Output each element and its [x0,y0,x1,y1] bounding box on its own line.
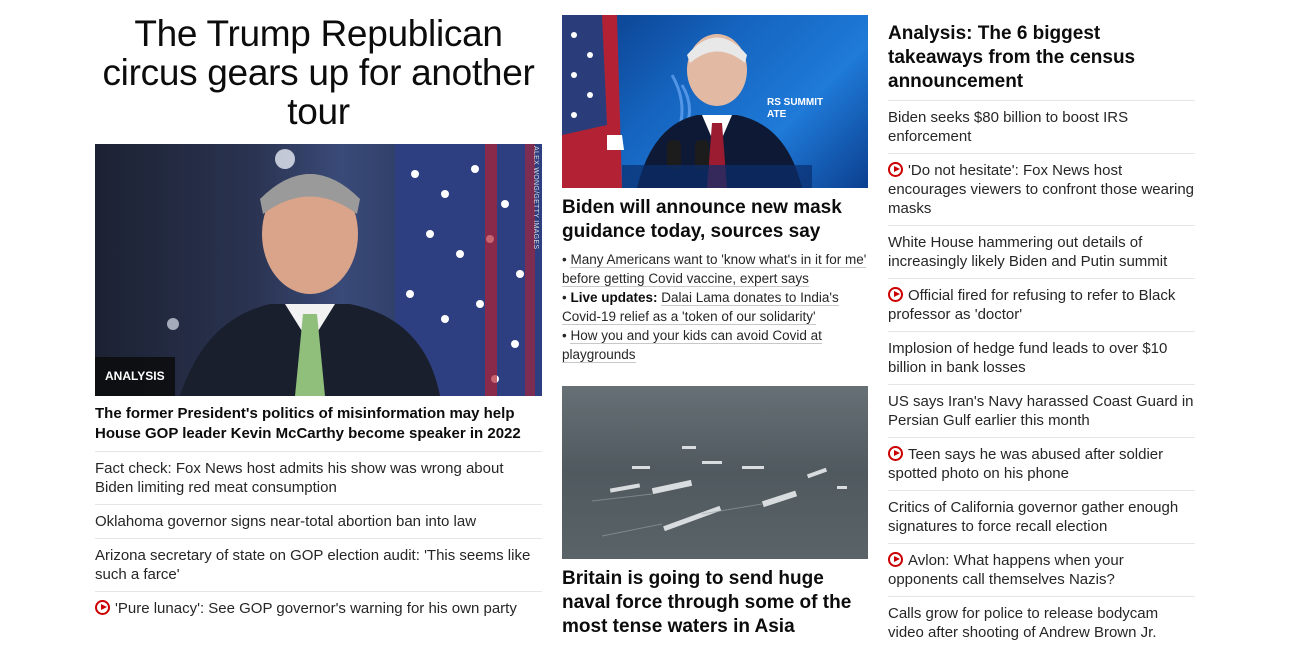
list-item-text: Biden seeks $80 billion to boost IRS enf… [888,109,1129,145]
naval-fleet-illustration [591,446,847,537]
left-column: The Trump Republican circus gears up for… [95,0,542,625]
naval-image[interactable] [562,386,868,559]
list-item-text: 'Pure lunacy': See GOP governor's warnin… [115,600,517,617]
biden-image[interactable]: RS SUMMIT ATE [562,15,868,188]
left-story-list: Fact check: Fox News host admits his sho… [95,452,542,625]
list-item[interactable]: Official fired for refusing to refer to … [888,279,1195,332]
photo-credit: ALEX WONG/GETTY IMAGES [532,146,539,250]
list-item[interactable]: Avlon: What happens when your opponents … [888,544,1195,597]
list-item-text: White House hammering out details of inc… [888,234,1168,270]
list-item-text: Teen says he was abused after soldier sp… [888,446,1164,482]
analysis-badge: ANALYSIS [95,357,175,396]
list-item[interactable]: Biden seeks $80 billion to boost IRS enf… [888,101,1195,154]
right-story-list: Biden seeks $80 billion to boost IRS enf… [888,101,1195,649]
list-item-text: Avlon: What happens when your opponents … [888,552,1124,588]
image-sign-text: ATE [767,109,787,120]
list-item-text: Implosion of hedge fund leads to over $1… [888,340,1168,376]
hero-image[interactable]: ALEX WONG/GETTY IMAGES ANALYSIS [95,144,542,396]
list-item-text: Oklahoma governor signs near-total abort… [95,513,477,530]
list-item[interactable]: US says Iran's Navy harassed Coast Guard… [888,385,1195,438]
hero-title-link[interactable]: The former President's politics of misin… [95,404,542,452]
bullet-item[interactable]: • Live updates: Dalai Lama donates to In… [562,288,868,326]
play-video-icon [888,287,903,302]
biden-photo-illustration: RS SUMMIT ATE [562,15,823,188]
britain-headline[interactable]: Britain is going to send huge naval forc… [562,567,868,639]
middle-column: RS SUMMIT ATE Biden will announce new ma… [562,0,868,639]
list-item[interactable]: Implosion of hedge fund leads to over $1… [888,332,1195,385]
related-bullets: • Many Americans want to 'know what's in… [562,250,868,364]
list-item[interactable]: Fact check: Fox News host admits his sho… [95,452,542,505]
list-item[interactable]: Oklahoma governor signs near-total abort… [95,505,542,539]
census-analysis-headline[interactable]: Analysis: The 6 biggest takeaways from t… [888,0,1195,101]
list-item-text: 'Do not hesitate': Fox News host encoura… [888,162,1195,217]
list-item[interactable]: Teen says he was abused after soldier sp… [888,438,1195,491]
list-item[interactable]: Calls grow for police to release bodycam… [888,597,1195,649]
bullet-link[interactable]: How you and your kids can avoid Covid at… [562,328,822,363]
right-column: Analysis: The 6 biggest takeaways from t… [888,0,1195,649]
list-item[interactable]: Critics of California governor gather en… [888,491,1195,544]
list-item[interactable]: 'Do not hesitate': Fox News host encoura… [888,154,1195,226]
list-item-text: Official fired for refusing to refer to … [888,287,1176,323]
list-item-text: Fact check: Fox News host admits his sho… [95,460,504,496]
play-video-icon [95,600,110,615]
list-item-text: Critics of California governor gather en… [888,499,1179,535]
live-updates-label: Live updates: [570,290,658,305]
list-item-text: Calls grow for police to release bodycam… [888,605,1159,641]
biden-headline[interactable]: Biden will announce new mask guidance to… [562,196,868,244]
bullet-item[interactable]: • Many Americans want to 'know what's in… [562,250,868,288]
play-video-icon [888,552,903,567]
list-item-text: US says Iran's Navy harassed Coast Guard… [888,393,1194,429]
list-item-text: Arizona secretary of state on GOP electi… [95,547,531,583]
bullet-item[interactable]: • How you and your kids can avoid Covid … [562,326,868,364]
play-video-icon [888,446,903,461]
play-video-icon [888,162,903,177]
list-item[interactable]: White House hammering out details of inc… [888,226,1195,279]
bullet-link[interactable]: Many Americans want to 'know what's in i… [562,252,867,287]
list-item[interactable]: 'Pure lunacy': See GOP governor's warnin… [95,592,542,625]
list-item[interactable]: Arizona secretary of state on GOP electi… [95,539,542,592]
image-sign-text: RS SUMMIT [767,97,823,108]
main-headline[interactable]: The Trump Republican circus gears up for… [95,0,542,131]
